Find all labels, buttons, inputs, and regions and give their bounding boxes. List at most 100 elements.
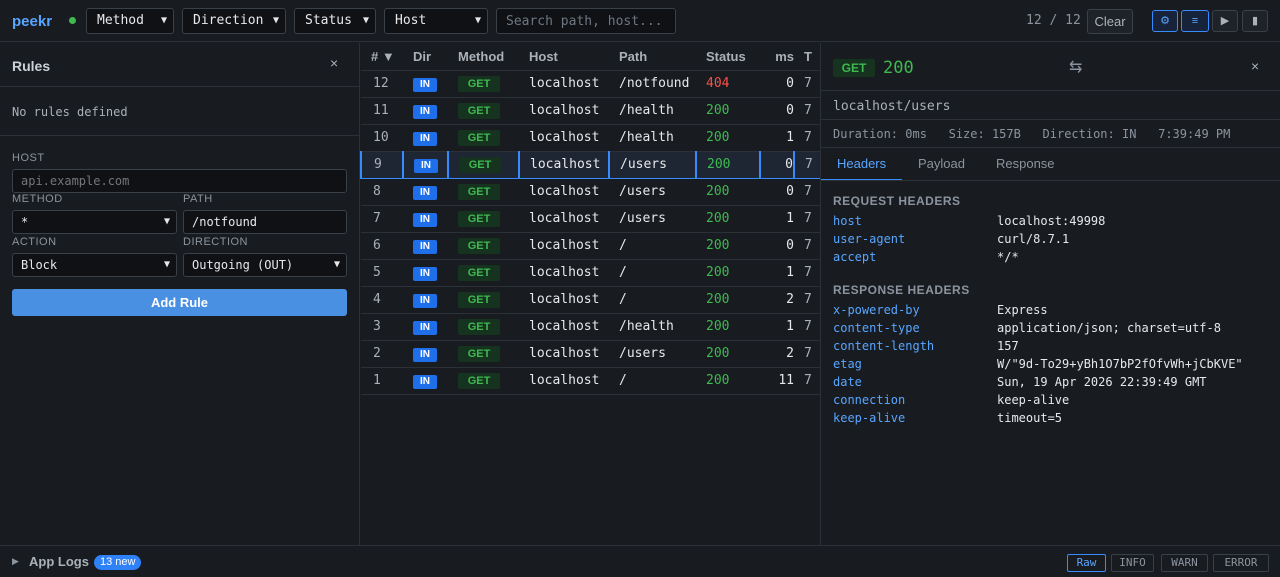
- row-duration: 1: [760, 313, 794, 341]
- header-value: application/json; charset=utf-8: [997, 321, 1221, 335]
- chevron-down-icon: ▼: [163, 259, 170, 270]
- divider: [0, 86, 359, 87]
- settings-icon[interactable]: ⚙: [1152, 10, 1178, 32]
- pause-icon[interactable]: ▮: [1242, 10, 1268, 32]
- table-row[interactable]: 12 IN GET localhost/notfound 404 0 7: [361, 70, 820, 98]
- log-level-error[interactable]: ERROR: [1213, 554, 1269, 572]
- row-host: localhost: [519, 367, 609, 395]
- close-icon[interactable]: ×: [1251, 58, 1259, 74]
- column-header-ms[interactable]: ms: [760, 43, 794, 71]
- header-key: accept: [833, 250, 877, 264]
- row-direction: IN: [403, 70, 448, 98]
- add-rule-button[interactable]: Add Rule: [12, 289, 347, 316]
- direction-badge: IN: [413, 266, 437, 281]
- chevron-down-icon: ▼: [163, 216, 170, 227]
- detail-url: localhost/users: [833, 99, 951, 114]
- row-number: 10: [361, 124, 403, 152]
- table-row[interactable]: 6 IN GET localhost/200 0 7: [361, 232, 820, 260]
- header-value: Sun, 19 Apr 2026 22:39:49 GMT: [997, 375, 1207, 389]
- column-header-status[interactable]: Status: [696, 43, 760, 71]
- row-time: 7: [794, 367, 820, 395]
- play-icon[interactable]: ▶: [1212, 10, 1238, 32]
- table-row[interactable]: 4 IN GET localhost/200 2 7: [361, 286, 820, 314]
- host-filter-select[interactable]: Host ▼: [384, 8, 488, 34]
- method-badge: GET: [458, 291, 500, 308]
- header-key: etag: [833, 357, 862, 371]
- table-row[interactable]: 10 IN GET localhost/health 200 1 7: [361, 124, 820, 152]
- row-status: 200: [696, 205, 760, 233]
- method-badge: GET: [458, 264, 500, 281]
- list-view-icon[interactable]: ≡: [1181, 10, 1209, 32]
- table-row[interactable]: 8 IN GET localhost/users 200 0 7: [361, 178, 820, 206]
- log-level-info[interactable]: INFO: [1111, 554, 1154, 572]
- no-rules-text: No rules defined: [12, 105, 128, 119]
- row-time: 7: [794, 124, 820, 152]
- row-method: GET: [448, 340, 519, 368]
- header-key: content-type: [833, 321, 920, 335]
- method-badge: GET: [458, 129, 500, 146]
- close-icon[interactable]: ×: [330, 55, 338, 71]
- row-direction: IN: [403, 367, 448, 395]
- header-key: content-length: [833, 339, 935, 353]
- direction-badge: IN: [414, 158, 438, 173]
- row-status: 200: [696, 97, 760, 125]
- row-duration: 1: [760, 259, 794, 287]
- clear-button[interactable]: Clear: [1087, 9, 1133, 34]
- row-path: /users: [608, 150, 696, 179]
- table-row[interactable]: 1 IN GET localhost/200 11 7: [361, 367, 820, 395]
- tab-headers[interactable]: Headers: [837, 156, 886, 171]
- row-duration: 0: [759, 150, 794, 179]
- table-row[interactable]: 2 IN GET localhost/users 200 2 7: [361, 340, 820, 368]
- table-row[interactable]: 3 IN GET localhost/health 200 1 7: [361, 313, 820, 341]
- row-path: /users: [609, 178, 696, 206]
- tab-response[interactable]: Response: [996, 156, 1055, 171]
- table-row[interactable]: 9 IN GET localhost/users 200 0 7: [360, 150, 820, 179]
- tab-payload[interactable]: Payload: [918, 156, 965, 171]
- table-row[interactable]: 7 IN GET localhost/users 200 1 7: [361, 205, 820, 233]
- swap-icon[interactable]: ⇆: [1069, 57, 1082, 77]
- direction-select[interactable]: Outgoing (OUT) ▼: [183, 253, 347, 277]
- path-field[interactable]: /notfound: [183, 210, 347, 234]
- column-header-method[interactable]: Method: [448, 43, 519, 71]
- path-label: PATH: [183, 193, 213, 205]
- column-header-path[interactable]: Path: [609, 43, 696, 71]
- detail-status-code: 200: [883, 58, 914, 78]
- row-direction: IN: [403, 178, 448, 206]
- column-header-host[interactable]: Host: [519, 43, 609, 71]
- expand-arrow-icon[interactable]: ▶: [12, 556, 19, 567]
- column-header-num[interactable]: # ▼: [361, 43, 403, 71]
- table-row[interactable]: 11 IN GET localhost/health 200 0 7: [361, 97, 820, 125]
- direction-filter-label: Direction: [193, 13, 264, 28]
- header-value: Express: [997, 303, 1048, 317]
- rules-title: Rules: [12, 58, 51, 74]
- app-logs-bar: ▶ App Logs 13 new Raw INFO WARN ERROR: [0, 545, 1280, 577]
- row-path: /: [609, 286, 696, 314]
- method-select[interactable]: * ▼: [12, 210, 177, 234]
- chevron-down-icon: ▼: [272, 15, 279, 26]
- divider: [821, 147, 1280, 148]
- column-header-time[interactable]: T: [794, 43, 820, 71]
- host-filter-label: Host: [395, 13, 427, 28]
- header-value: curl/8.7.1: [997, 232, 1070, 246]
- app-logs-toggle[interactable]: App Logs: [29, 554, 89, 569]
- method-badge: GET: [458, 237, 500, 254]
- direction-badge: IN: [413, 293, 437, 308]
- column-header-dir[interactable]: Dir: [403, 43, 448, 71]
- method-badge: GET: [458, 372, 500, 389]
- row-host: localhost: [518, 150, 609, 179]
- log-level-raw[interactable]: Raw: [1067, 554, 1106, 572]
- header-value: 157: [997, 339, 1019, 353]
- method-badge: GET: [458, 318, 500, 335]
- request-headers-title: REQUEST HEADERS: [833, 194, 961, 208]
- host-field[interactable]: [12, 169, 347, 193]
- search-input[interactable]: [496, 8, 676, 34]
- table-row[interactable]: 5 IN GET localhost/200 1 7: [361, 259, 820, 287]
- method-filter-select[interactable]: Method ▼: [86, 8, 174, 34]
- action-select[interactable]: Block ▼: [12, 253, 177, 277]
- row-duration: 11: [760, 367, 794, 395]
- row-method: GET: [448, 259, 519, 287]
- status-filter-select[interactable]: Status ▼: [294, 8, 376, 34]
- direction-filter-select[interactable]: Direction ▼: [182, 8, 286, 34]
- log-level-warn[interactable]: WARN: [1161, 554, 1208, 572]
- direction-badge: IN: [413, 320, 437, 335]
